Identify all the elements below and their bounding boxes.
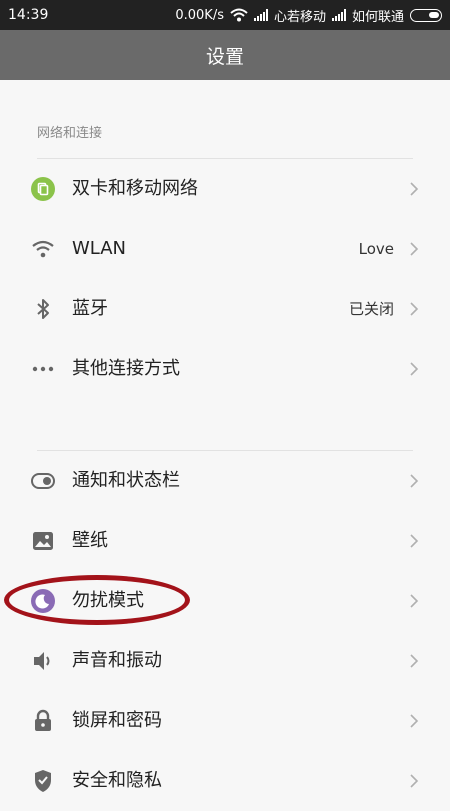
row-label: 双卡和移动网络 bbox=[72, 178, 198, 199]
signal-icon-2 bbox=[331, 9, 346, 21]
row-wallpaper[interactable]: 壁纸 bbox=[0, 511, 450, 571]
title-bar: 设置 bbox=[0, 30, 450, 80]
row-do-not-disturb[interactable]: 勿扰模式 bbox=[0, 571, 450, 631]
chevron-right-icon bbox=[410, 714, 419, 728]
speaker-icon bbox=[31, 649, 55, 673]
chevron-right-icon bbox=[410, 774, 419, 788]
row-notifications[interactable]: 通知和状态栏 bbox=[0, 451, 450, 511]
row-other-connections[interactable]: 其他连接方式 bbox=[0, 339, 450, 399]
row-label: 通知和状态栏 bbox=[72, 470, 180, 491]
row-label: 壁纸 bbox=[72, 530, 108, 551]
row-label: 安全和隐私 bbox=[72, 770, 162, 791]
row-security[interactable]: 安全和隐私 bbox=[0, 751, 450, 811]
carrier-2: 如何联通 bbox=[351, 9, 404, 25]
status-bar: 14:39 0.00K/s 心若移动 如何联通 bbox=[0, 0, 450, 30]
wifi-status-icon bbox=[230, 8, 248, 22]
row-label: 其他连接方式 bbox=[72, 358, 180, 379]
section-header-network: 网络和连接 bbox=[37, 126, 103, 141]
wifi-icon bbox=[31, 237, 55, 261]
battery-icon bbox=[410, 8, 442, 22]
row-wlan[interactable]: WLAN Love bbox=[0, 219, 450, 279]
row-bluetooth[interactable]: 蓝牙 已关闭 bbox=[0, 279, 450, 339]
more-dots-icon bbox=[31, 357, 55, 381]
image-icon bbox=[31, 529, 55, 553]
page-title: 设置 bbox=[205, 45, 244, 68]
moon-icon bbox=[31, 589, 55, 613]
shield-icon bbox=[31, 769, 55, 793]
signal-icon bbox=[253, 9, 268, 21]
carrier-1: 心若移动 bbox=[273, 9, 326, 25]
chevron-right-icon bbox=[410, 182, 419, 196]
toggle-icon bbox=[31, 469, 55, 493]
chevron-right-icon bbox=[410, 594, 419, 608]
lock-icon bbox=[31, 709, 55, 733]
chevron-right-icon bbox=[410, 654, 419, 668]
chevron-right-icon bbox=[410, 474, 419, 488]
row-value: Love bbox=[358, 240, 394, 258]
row-value: 已关闭 bbox=[348, 300, 394, 318]
status-time: 14:39 bbox=[8, 7, 49, 23]
chevron-right-icon bbox=[410, 362, 419, 376]
chevron-right-icon bbox=[410, 242, 419, 256]
row-label: WLAN bbox=[72, 238, 127, 259]
row-sound[interactable]: 声音和振动 bbox=[0, 631, 450, 691]
status-right: 0.00K/s 心若移动 如何联通 bbox=[175, 6, 442, 25]
sim-card-icon bbox=[31, 177, 55, 201]
row-label: 勿扰模式 bbox=[72, 590, 144, 611]
network-speed: 0.00K/s bbox=[175, 7, 224, 23]
row-lock-screen[interactable]: 锁屏和密码 bbox=[0, 691, 450, 751]
row-label: 锁屏和密码 bbox=[72, 710, 162, 731]
bluetooth-icon bbox=[31, 297, 55, 321]
row-label: 声音和振动 bbox=[72, 650, 162, 671]
chevron-right-icon bbox=[410, 534, 419, 548]
row-dual-sim[interactable]: 双卡和移动网络 bbox=[0, 159, 450, 219]
chevron-right-icon bbox=[410, 302, 419, 316]
row-label: 蓝牙 bbox=[72, 298, 108, 319]
